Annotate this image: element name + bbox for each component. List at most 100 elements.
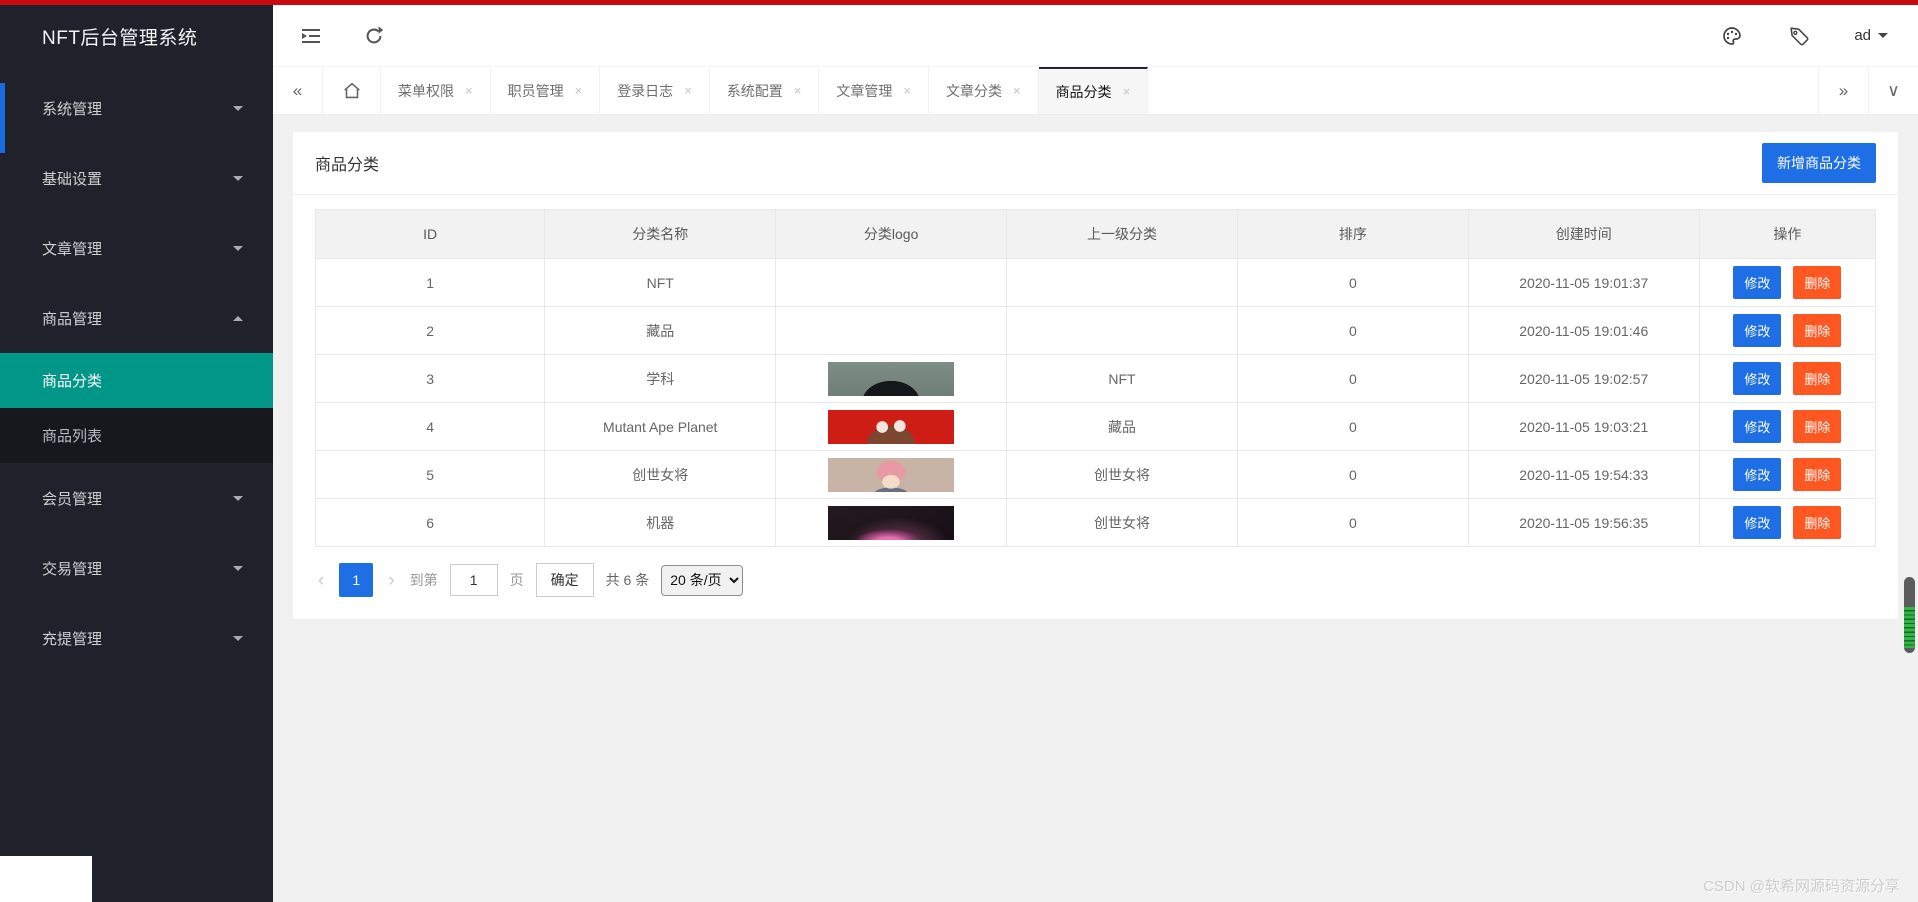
confirm-page-button[interactable]: 确定 [535, 563, 594, 597]
cell-sort: 0 [1236, 306, 1469, 355]
cell-parent: 创世女将 [1006, 450, 1238, 499]
cell-actions: 修改 删除 [1698, 258, 1877, 307]
cell-logo [775, 402, 1008, 451]
per-page-select[interactable]: 20 条/页 [661, 564, 744, 596]
theme-palette-icon[interactable] [1720, 24, 1744, 48]
table-row: 2 藏品 0 2020-11-05 19:01:46 修改 删除 [314, 306, 1877, 355]
delete-button[interactable]: 删除 [1793, 410, 1842, 443]
sidebar-group-基础设置[interactable]: 基础设置 [0, 143, 273, 213]
delete-button[interactable]: 删除 [1793, 362, 1842, 395]
edit-button[interactable]: 修改 [1733, 506, 1782, 539]
chevron-down-icon [233, 565, 243, 576]
tab-文章分类[interactable]: 文章分类 × [929, 67, 1039, 114]
tab-文章管理[interactable]: 文章管理 × [819, 67, 929, 114]
tab-商品分类[interactable]: 商品分类 × [1038, 67, 1149, 114]
sidebar-group-label: 基础设置 [42, 170, 103, 188]
pagination: ‹ 1 › 到第 页 确定 共 6 条 20 条/页 [315, 563, 1876, 597]
edit-button[interactable]: 修改 [1733, 458, 1782, 491]
tab-菜单权限[interactable]: 菜单权限 × [381, 67, 491, 114]
tag-icon[interactable] [1788, 25, 1810, 47]
category-logo-image [828, 457, 955, 492]
tab-close-icon[interactable]: × [1123, 84, 1131, 99]
delete-button[interactable]: 删除 [1793, 266, 1842, 299]
cell-id: 3 [314, 354, 546, 403]
cell-parent: 藏品 [1006, 402, 1238, 451]
sidebar-group-商品管理[interactable]: 商品管理 [0, 283, 273, 353]
tab-close-icon[interactable]: × [684, 83, 692, 98]
tab-label: 商品分类 [1055, 83, 1112, 100]
cell-actions: 修改 删除 [1698, 354, 1877, 403]
edit-button[interactable]: 修改 [1733, 362, 1782, 395]
sidebar-group-会员管理[interactable]: 会员管理 [0, 463, 273, 533]
tabs-scroll-left-icon[interactable]: « [273, 67, 323, 114]
goto-label: 到第 [409, 572, 438, 588]
table-header-row: ID 分类名称 分类logo 上一级分类 排序 创建时间 操作 [314, 209, 1877, 259]
cell-logo [775, 450, 1008, 499]
tab-close-icon[interactable]: × [903, 83, 911, 98]
cell-name: NFT [544, 258, 777, 307]
page-title: 商品分类 [315, 157, 380, 174]
sidebar: NFT后台管理系统 系统管理 基础设置 文章管理 商品管理 商品分类 商品列表 会员管理 交易… [0, 5, 273, 902]
tabs-scroll-right-icon[interactable]: » [1818, 67, 1868, 114]
category-logo-image [828, 361, 955, 396]
table-row: 3 学科 NFT 0 2020-11-05 19:02:57 修改 删除 [314, 354, 1877, 403]
collapse-sidebar-icon[interactable] [299, 24, 323, 48]
sidebar-group-系统管理[interactable]: 系统管理 [0, 73, 273, 143]
total-count-label: 共 6 条 [605, 572, 650, 588]
tab-label: 登录日志 [617, 82, 674, 99]
tab-close-icon[interactable]: × [794, 83, 802, 98]
table-row: 4 Mutant Ape Planet 藏品 0 2020-11-05 19:03:21… [314, 402, 1877, 451]
column-header: 创建时间 [1467, 209, 1700, 259]
tab-登录日志[interactable]: 登录日志 × [600, 67, 710, 114]
cell-actions: 修改 删除 [1698, 402, 1877, 451]
sidebar-item-商品列表[interactable]: 商品列表 [0, 408, 273, 463]
category-logo-image [828, 409, 955, 444]
tab-label: 职员管理 [507, 82, 564, 99]
cell-id: 6 [314, 498, 546, 547]
sidebar-group-充提管理[interactable]: 充提管理 [0, 603, 273, 673]
tab-bar: « 菜单权限 × 职员管理 × 登录日志 × 系统配置 × 文章管理 × 文章分类 × 商品分类 × » … [273, 67, 1918, 115]
content-area: 商品分类 新增商品分类 ID 分类名称 分类logo 上一级分类 排序 创建时间 操作 1 N… [273, 115, 1918, 902]
sidebar-scroll-indicator[interactable] [0, 83, 5, 153]
home-icon [343, 82, 360, 98]
page-prev-icon[interactable]: ‹ [315, 571, 327, 590]
cell-parent [1006, 306, 1238, 355]
tabs-menu-icon[interactable]: ∨ [1868, 67, 1918, 114]
sidebar-group-label: 商品管理 [42, 310, 103, 328]
tab-close-icon[interactable]: × [575, 83, 583, 98]
tab-close-icon[interactable]: × [1013, 83, 1021, 98]
sidebar-group-文章管理[interactable]: 文章管理 [0, 213, 273, 283]
tab-系统配置[interactable]: 系统配置 × [710, 67, 820, 114]
delete-button[interactable]: 删除 [1793, 314, 1842, 347]
sidebar-nav: 系统管理基础设置文章管理商品管理商品分类 商品列表 会员管理 交易管理充提管理 [0, 73, 273, 673]
cell-parent: 创世女将 [1006, 498, 1238, 547]
tab-职员管理[interactable]: 职员管理 × [491, 67, 601, 114]
home-tab[interactable] [323, 67, 381, 114]
page-scrollbar[interactable] [1904, 577, 1915, 653]
edit-button[interactable]: 修改 [1733, 410, 1782, 443]
current-page-button[interactable]: 1 [339, 563, 374, 597]
sidebar-item-商品分类[interactable]: 商品分类 [0, 353, 273, 408]
cell-logo [775, 258, 1008, 307]
refresh-icon[interactable] [363, 25, 385, 47]
cell-logo [775, 354, 1008, 403]
add-category-button[interactable]: 新增商品分类 [1762, 143, 1876, 183]
edit-button[interactable]: 修改 [1733, 314, 1782, 347]
table-row: 5 创世女将 创世女将 0 2020-11-05 19:54:33 修改 删除 [314, 450, 1877, 499]
cell-id: 5 [314, 450, 546, 499]
category-table: ID 分类名称 分类logo 上一级分类 排序 创建时间 操作 1 NFT 0 2020-11-0… [314, 209, 1877, 547]
cell-name: 创世女将 [544, 450, 777, 499]
tab-label: 系统配置 [726, 82, 783, 99]
bottom-left-panel [0, 856, 92, 902]
column-header: ID [314, 209, 546, 259]
edit-button[interactable]: 修改 [1733, 266, 1782, 299]
page-number-input[interactable] [449, 564, 498, 596]
sidebar-group-交易管理[interactable]: 交易管理 [0, 533, 273, 603]
tab-close-icon[interactable]: × [465, 83, 473, 98]
page-next-icon[interactable]: › [385, 571, 397, 590]
user-menu[interactable]: ad [1854, 27, 1888, 44]
column-header: 上一级分类 [1006, 209, 1238, 259]
delete-button[interactable]: 删除 [1793, 506, 1842, 539]
sidebar-group-label: 充提管理 [42, 630, 103, 648]
delete-button[interactable]: 删除 [1793, 458, 1842, 491]
